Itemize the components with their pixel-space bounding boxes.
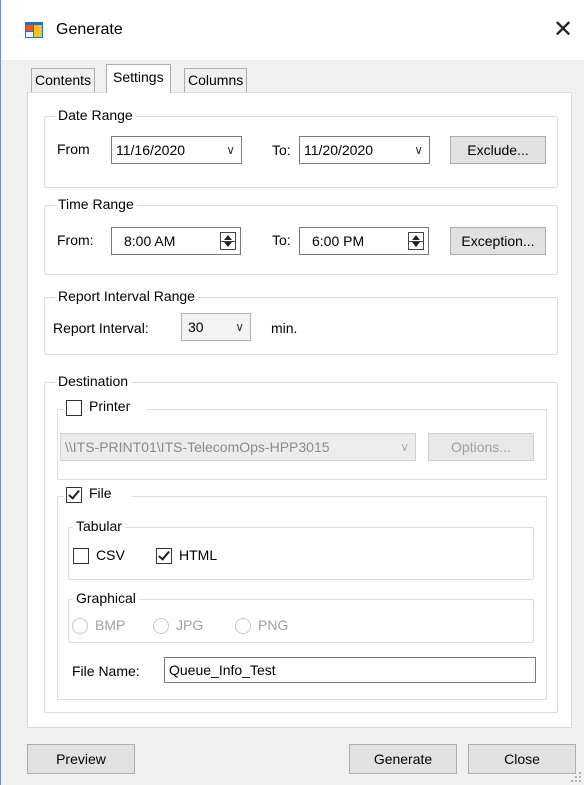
- file-checkbox[interactable]: [66, 487, 82, 503]
- printer-value: \\ITS-PRINT01\ITS-TelecomOps-HPP3015: [65, 439, 330, 455]
- time-from-value: 8:00 AM: [124, 233, 176, 249]
- chevron-down-icon: ∨: [235, 320, 244, 334]
- date-from-picker[interactable]: 11/16/2020 ∨: [111, 136, 242, 164]
- date-to-picker[interactable]: 11/20/2020 ∨: [299, 136, 430, 164]
- resize-grip-icon[interactable]: [570, 771, 582, 783]
- time-range-group: Time Range From: 8:00 AM To: 6:00 PM Exc…: [44, 196, 558, 275]
- graphical-group: Graphical BMP JPG PNG: [68, 590, 534, 643]
- tab-contents[interactable]: Contents: [31, 68, 96, 92]
- close-icon[interactable]: ✕: [549, 16, 577, 44]
- file-checkbox-row[interactable]: File: [64, 485, 132, 505]
- printer-label: Printer: [89, 398, 131, 414]
- html-label: HTML: [179, 547, 218, 563]
- printer-group: Printer \\ITS-PRINT01\ITS-TelecomOps-HPP…: [57, 398, 547, 480]
- report-interval-group-label: Report Interval Range: [55, 288, 198, 304]
- tab-label: Contents: [35, 72, 92, 88]
- date-to-value: 11/20/2020: [304, 142, 374, 158]
- destination-group: Destination Printer \\ITS-PRINT01\ITS-Te…: [44, 373, 558, 713]
- png-radio[interactable]: [235, 618, 251, 634]
- time-to-spinner[interactable]: 6:00 PM: [299, 227, 429, 255]
- printer-select[interactable]: \\ITS-PRINT01\ITS-TelecomOps-HPP3015 ∨: [60, 433, 416, 461]
- file-group: File Tabular CSV HTML Graphical BMP JPG: [57, 485, 547, 700]
- chevron-down-icon: ∨: [414, 143, 423, 157]
- chevron-down-icon: ∨: [226, 143, 235, 157]
- chevron-down-icon: ∨: [400, 440, 409, 454]
- exception-button[interactable]: Exception...: [450, 227, 546, 255]
- tab-columns[interactable]: Columns: [184, 68, 248, 92]
- generate-button[interactable]: Generate: [349, 744, 457, 774]
- settings-panel: Date Range From 11/16/2020 ∨ To: 11/20/2…: [27, 92, 572, 728]
- tab-settings[interactable]: Settings: [106, 64, 171, 93]
- file-label: File: [89, 485, 112, 501]
- file-name-input[interactable]: Queue_Info_Test: [164, 657, 536, 683]
- png-label: PNG: [258, 617, 289, 633]
- tab-label: Columns: [188, 72, 244, 88]
- report-interval-label: Report Interval:: [53, 320, 149, 336]
- tabular-group: Tabular CSV HTML: [68, 518, 534, 580]
- exclude-button[interactable]: Exclude...: [450, 136, 546, 164]
- tab-label: Settings: [113, 69, 164, 85]
- preview-button[interactable]: Preview: [27, 744, 135, 774]
- options-button[interactable]: Options...: [428, 433, 534, 461]
- printer-checkbox-row[interactable]: Printer: [64, 398, 146, 418]
- date-from-value: 11/16/2020: [116, 142, 186, 158]
- generate-dialog: Generate ✕ Contents Settings Columns Dat…: [0, 0, 584, 785]
- checkmark-icon: [158, 548, 170, 561]
- csv-checkbox[interactable]: [73, 548, 89, 564]
- jpg-radio[interactable]: [153, 618, 169, 634]
- graphical-label: Graphical: [73, 590, 139, 606]
- report-interval-select[interactable]: 30 ∨: [181, 313, 251, 341]
- bmp-label: BMP: [95, 617, 126, 633]
- time-to-value: 6:00 PM: [312, 233, 365, 249]
- app-icon: [25, 22, 43, 38]
- window-title: Generate: [56, 21, 123, 38]
- time-from-label: From:: [57, 232, 94, 248]
- tabular-label: Tabular: [73, 518, 125, 534]
- jpg-label: JPG: [176, 617, 204, 633]
- time-to-label: To:: [272, 232, 291, 248]
- checkmark-icon: [68, 487, 80, 500]
- date-to-label: To:: [272, 142, 291, 158]
- date-range-group: Date Range From 11/16/2020 ∨ To: 11/20/2…: [44, 107, 558, 188]
- csv-label: CSV: [96, 547, 125, 563]
- close-button[interactable]: Close: [468, 744, 576, 774]
- spinner-arrows-icon[interactable]: [220, 232, 236, 250]
- file-name-label: File Name:: [72, 663, 140, 679]
- html-checkbox[interactable]: [156, 548, 172, 564]
- printer-checkbox[interactable]: [66, 400, 82, 416]
- destination-label: Destination: [55, 373, 132, 389]
- date-range-label: Date Range: [55, 107, 136, 123]
- time-range-label: Time Range: [55, 196, 137, 212]
- report-interval-unit: min.: [271, 320, 298, 336]
- date-from-label: From: [57, 141, 90, 157]
- time-from-spinner[interactable]: 8:00 AM: [111, 227, 241, 255]
- report-interval-value: 30: [188, 319, 204, 335]
- bmp-radio[interactable]: [72, 618, 88, 634]
- title-bar: Generate ✕: [1, 0, 584, 60]
- spinner-arrows-icon[interactable]: [408, 232, 424, 250]
- report-interval-group: Report Interval Range Report Interval: 3…: [44, 288, 558, 355]
